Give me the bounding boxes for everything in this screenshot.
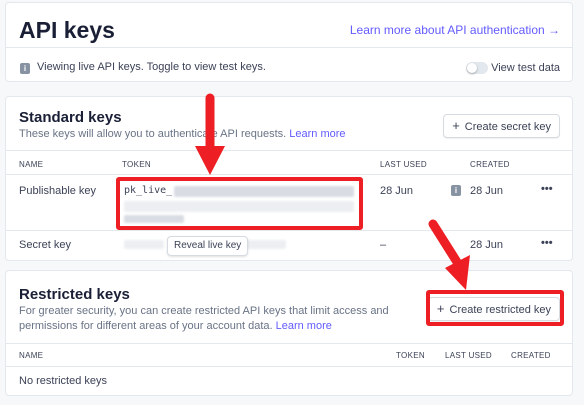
page-title: API keys	[19, 17, 115, 43]
redacted-token	[246, 240, 286, 249]
column-header-last-used: LAST USED	[445, 351, 493, 360]
no-restricted-keys-text: No restricted keys	[19, 375, 108, 387]
column-header-name: NAME	[19, 351, 44, 360]
more-horizontal-icon[interactable]: •••	[541, 183, 553, 195]
restricted-keys-title: Restricted keys	[19, 286, 130, 303]
restricted-keys-learn-more-link[interactable]: Learn more	[276, 320, 332, 332]
view-test-data-toggle[interactable]	[466, 62, 488, 74]
standard-keys-description-text: These keys will allow you to authenticat…	[19, 128, 287, 140]
divider	[6, 366, 572, 367]
redacted-token	[124, 240, 164, 249]
column-header-token: TOKEN	[396, 351, 425, 360]
divider	[6, 174, 572, 175]
create-secret-key-button[interactable]: + Create secret key	[443, 114, 560, 138]
standard-keys-description: These keys will allow you to authenticat…	[19, 127, 346, 142]
secret-key-name: Secret key	[19, 239, 71, 251]
plus-icon: +	[452, 118, 460, 133]
divider	[6, 150, 572, 151]
column-header-token: TOKEN	[122, 160, 151, 169]
divider	[6, 47, 572, 48]
reveal-live-key-button[interactable]: Reveal live key	[167, 236, 249, 256]
publishable-key-created: 28 Jun	[470, 185, 504, 197]
view-test-data-label[interactable]: View test data	[491, 62, 560, 74]
publishable-key-last-used: 28 Jun	[380, 185, 414, 197]
restricted-keys-card: Restricted keys For greater security, yo…	[5, 270, 573, 396]
info-icon: i	[20, 63, 30, 74]
create-restricted-key-highlight-box	[426, 290, 564, 326]
secret-key-created: 28 Jun	[470, 239, 504, 251]
token-highlight-box	[116, 177, 363, 230]
column-header-created: CREATED	[470, 160, 510, 169]
create-secret-key-label: Create secret key	[464, 121, 551, 133]
standard-keys-learn-more-link[interactable]: Learn more	[289, 128, 345, 140]
standard-keys-title: Standard keys	[19, 109, 122, 126]
restricted-keys-description: For greater security, you can create res…	[19, 304, 431, 334]
info-icon[interactable]: i	[451, 185, 461, 196]
learn-more-api-auth-link[interactable]: Learn more about API authentication →	[350, 23, 560, 37]
more-horizontal-icon[interactable]: •••	[541, 237, 553, 249]
header-card: API keys Learn more about API authentica…	[5, 2, 573, 82]
column-header-name: NAME	[19, 160, 44, 169]
publishable-key-name: Publishable key	[19, 185, 97, 197]
restricted-keys-description-text: For greater security, you can create res…	[19, 305, 389, 332]
divider	[6, 343, 572, 344]
divider	[6, 230, 572, 231]
live-mode-notice: Viewing live API keys. Toggle to view te…	[37, 61, 266, 73]
column-header-created: CREATED	[511, 351, 551, 360]
secret-key-last-used: –	[380, 239, 387, 251]
column-header-last-used: LAST USED	[380, 160, 428, 169]
